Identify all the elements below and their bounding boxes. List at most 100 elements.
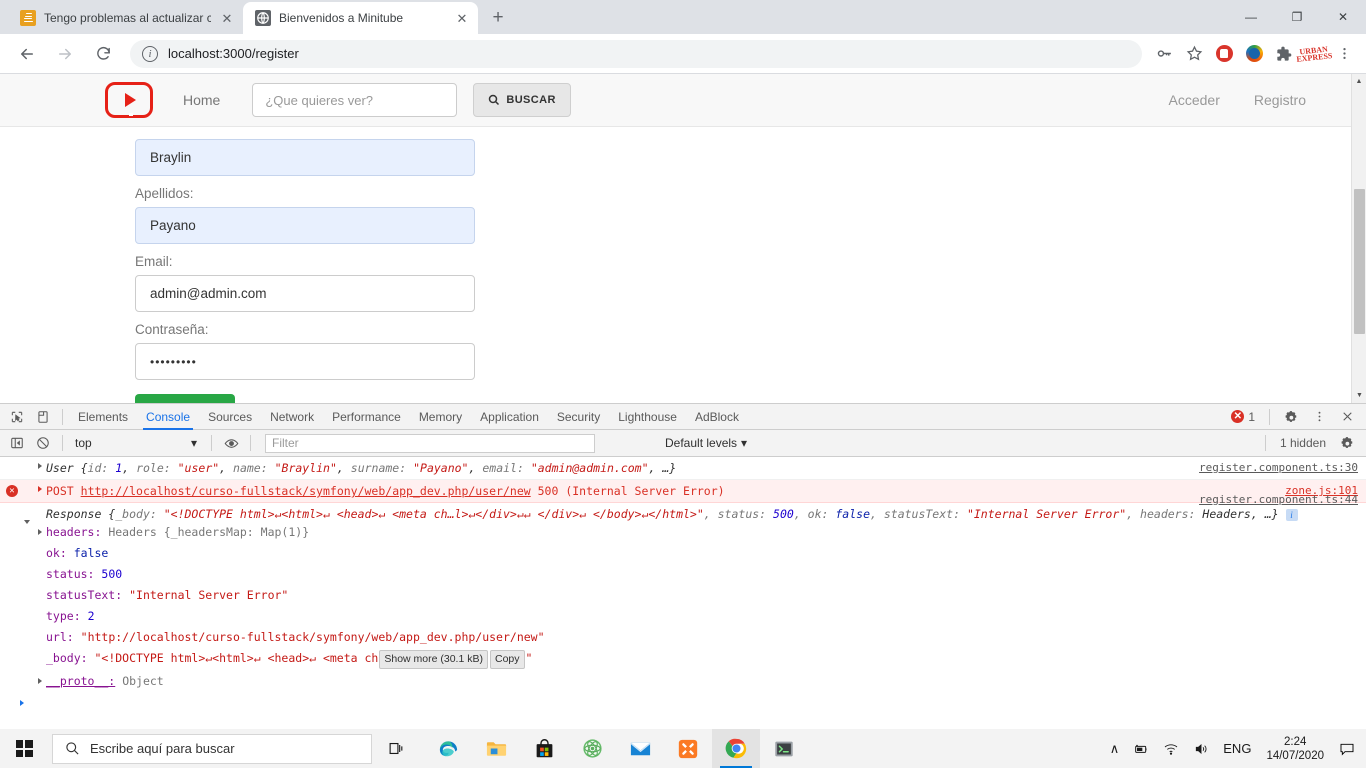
language-indicator[interactable]: ENG [1216,729,1258,768]
browser-tab-1[interactable]: Tengo problemas al actualizar co ✕ [8,2,243,34]
file-explorer-icon[interactable] [472,729,520,768]
live-expression-eye-icon[interactable] [218,430,244,456]
scrollbar-thumb[interactable] [1354,189,1365,334]
info-icon[interactable]: i [142,45,158,62]
tab-network[interactable]: Network [261,404,323,430]
close-window-button[interactable]: ✕ [1320,0,1366,34]
wifi-icon[interactable] [1156,729,1186,768]
urban-express-icon[interactable]: URBAN EXPRESS [1296,40,1333,68]
clock[interactable]: 2:24 14/07/2020 [1258,735,1332,763]
expand-arrow-icon[interactable] [38,529,42,535]
console-output[interactable]: User {id: 1, role: "user", name: "Brayli… [0,457,1366,729]
tab-sources[interactable]: Sources [199,404,261,430]
kebab-menu-icon[interactable] [1330,40,1358,68]
volume-icon[interactable] [1186,729,1216,768]
puzzle-extensions-icon[interactable] [1270,40,1298,68]
atom-icon[interactable] [568,729,616,768]
divider [211,435,212,451]
chrome-icon[interactable] [712,728,760,768]
prop-proto[interactable]: __proto__: Object [0,671,1366,692]
log-levels-selector[interactable]: Default levels ▾ [665,436,747,450]
nombre-input[interactable]: Braylin [135,139,475,176]
page-scrollbar[interactable]: ▲ ▼ [1351,74,1366,403]
tab-close-icon[interactable]: ✕ [219,10,235,26]
minitube-logo-icon[interactable] [105,82,153,118]
console-row-response[interactable]: register.component.ts:44 Response {_body… [0,493,1366,524]
tab-performance[interactable]: Performance [323,404,410,430]
back-button[interactable] [11,38,43,70]
notification-icon[interactable] [1332,729,1362,768]
close-devtools-icon[interactable] [1334,404,1360,430]
tab-security[interactable]: Security [548,404,609,430]
tab-elements[interactable]: Elements [69,404,137,430]
scroll-down-arrow[interactable]: ▼ [1352,388,1366,403]
show-more-button[interactable]: Show more (30.1 kB) [379,650,488,669]
tab-application[interactable]: Application [471,404,548,430]
expand-arrow-icon[interactable] [38,463,42,469]
request-url[interactable]: http://localhost/curso-fullstack/symfony… [81,484,531,498]
minimize-button[interactable]: — [1228,0,1274,34]
copy-button[interactable]: Copy [489,650,525,669]
reload-button[interactable] [87,38,119,70]
forward-button[interactable] [49,38,81,70]
xampp-icon[interactable] [664,729,712,768]
mail-icon[interactable] [616,729,664,768]
show-hidden-icons-chevron[interactable]: ∧ [1103,729,1127,768]
error-count-badge[interactable]: ✕ 1 [1231,410,1255,424]
clear-console-icon[interactable] [30,430,56,456]
source-link[interactable]: register.component.ts:44 [1199,492,1358,508]
download-manager-icon[interactable] [1240,40,1268,68]
address-bar[interactable]: i localhost:3000/register [130,39,1142,68]
star-icon[interactable] [1180,40,1208,68]
terminal-icon[interactable] [760,729,808,768]
nav-link-registro[interactable]: Registro [1254,92,1306,108]
prop-headers[interactable]: headers: Headers {_headersMap: Map(1)} [0,522,1366,543]
console-context-selector[interactable]: top ▾ [75,436,205,450]
task-view-button[interactable] [372,729,420,768]
start-button[interactable] [0,729,48,768]
expand-arrow-icon[interactable] [38,486,42,492]
browser-tab-2[interactable]: Bienvenidos a Minitube ✕ [243,2,478,34]
microsoft-store-icon[interactable] [520,729,568,768]
key-icon[interactable] [1150,40,1178,68]
tab-console[interactable]: Console [137,404,199,430]
console-sidebar-toggle-icon[interactable] [4,430,30,456]
source-link[interactable]: register.component.ts:30 [1199,460,1358,476]
info-badge-icon[interactable]: i [1285,509,1298,521]
taskbar-apps [424,728,808,768]
tab-close-icon[interactable]: ✕ [454,10,470,26]
email-input[interactable]: admin@admin.com [135,275,475,312]
tab-memory[interactable]: Memory [410,404,471,430]
device-toolbar-icon[interactable] [30,404,56,430]
password-label: Contraseña: [135,322,209,337]
console-row-post-error[interactable]: ✕ POST http://localhost/curso-fullstack/… [0,480,1366,503]
console-settings-gear-icon[interactable] [1334,430,1360,456]
maximize-button[interactable]: ❐ [1274,0,1320,34]
console-filter-input[interactable]: Filter [265,433,595,453]
scroll-up-arrow[interactable]: ▲ [1352,74,1366,89]
site-search-input[interactable]: ¿Que quieres ver? [252,83,458,117]
taskbar-search-input[interactable]: Escribe aquí para buscar [52,733,372,764]
response-label: Response { [46,507,116,521]
expand-arrow-icon[interactable] [38,678,42,684]
battery-icon[interactable] [1126,729,1156,768]
nav-link-acceder[interactable]: Acceder [1169,92,1220,108]
adblock-icon[interactable] [1210,40,1238,68]
edge-icon[interactable] [424,729,472,768]
prop-value-end: " [525,651,533,665]
site-search-button[interactable]: BUSCAR [473,83,571,117]
console-prompt[interactable] [0,692,1366,710]
password-input[interactable]: ••••••••• [135,343,475,380]
nav-link-home[interactable]: Home [183,92,220,108]
inspect-element-icon[interactable] [4,404,30,430]
windows-taskbar: Escribe aquí para buscar ∧ ENG 2:24 14/0… [0,728,1366,768]
tab-lighthouse[interactable]: Lighthouse [609,404,686,430]
console-row-user[interactable]: User {id: 1, role: "user", name: "Brayli… [0,457,1366,480]
devtools-kebab-icon[interactable] [1306,404,1332,430]
settings-gear-icon[interactable] [1278,404,1304,430]
new-tab-button[interactable]: + [484,4,512,32]
collapse-arrow-icon[interactable] [24,520,30,524]
submit-button[interactable] [135,394,235,403]
apellidos-input[interactable]: Payano [135,207,475,244]
tab-adblock[interactable]: AdBlock [686,404,748,430]
